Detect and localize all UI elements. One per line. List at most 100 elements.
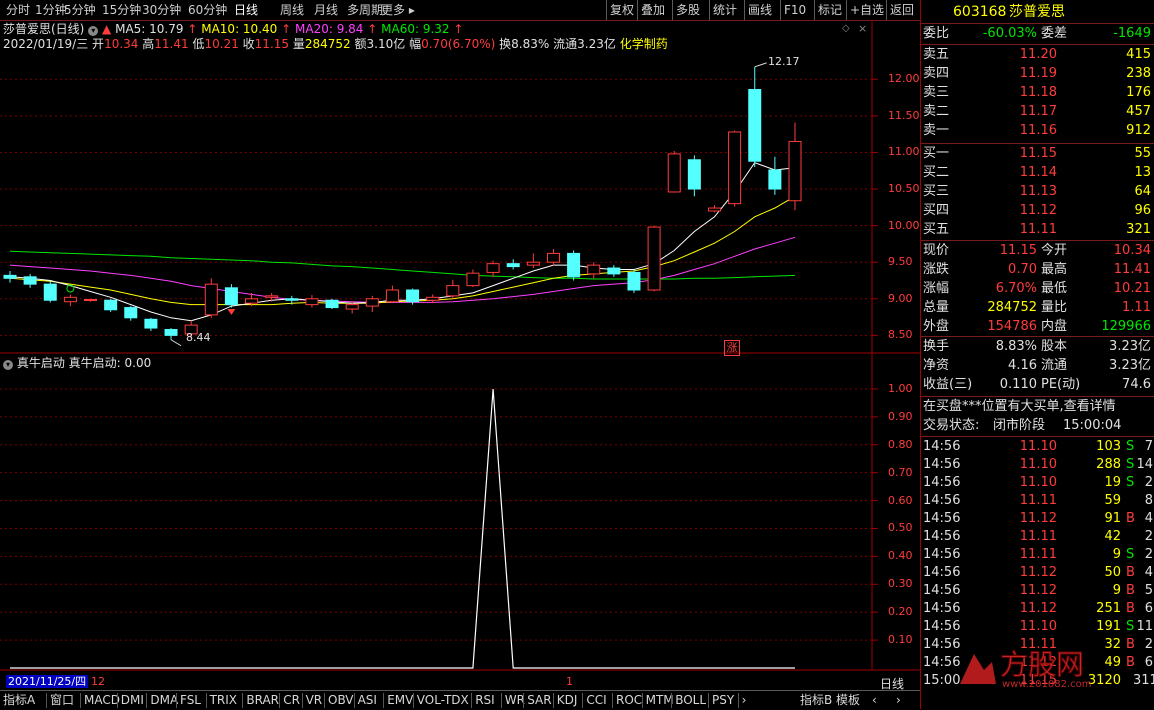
candle-26	[526, 253, 540, 269]
candle-3	[63, 294, 77, 307]
bid-row: 买四 11.12 96	[921, 202, 1154, 220]
fund-label: 流通	[1041, 358, 1068, 373]
indicator-tab-指标a[interactable]: 指标A	[3, 692, 35, 709]
indicator-tab-vr[interactable]: VR	[306, 692, 323, 709]
indicator-header: ▾ 真牛启动 真牛启动: 0.00	[3, 356, 151, 370]
ask-volume: 415	[1126, 47, 1151, 62]
candle-29	[587, 262, 601, 279]
candle-1	[23, 273, 37, 288]
indicator-tab-mtm[interactable]: MTM	[646, 692, 674, 709]
tick-count: 2	[1144, 637, 1153, 652]
candle-11	[224, 284, 238, 308]
toolbar-action-8[interactable]: 返回	[890, 2, 914, 18]
big-order-notice[interactable]: 在买盘***位置有大买单,查看详情	[921, 398, 1154, 416]
chevron-right-icon[interactable]: ›	[742, 692, 747, 709]
toolbar-action-7[interactable]: +自选	[850, 2, 884, 18]
indicator-title[interactable]: 真牛启动	[17, 356, 65, 370]
close-icon[interactable]: ×	[858, 22, 867, 35]
status-time: 15:00:04	[1063, 418, 1122, 433]
kline-chart[interactable]	[0, 20, 920, 690]
period-tab-4[interactable]: 30分钟	[142, 2, 181, 18]
weicha-label: 委差	[1041, 26, 1068, 41]
indicator-tab-vol-tdx[interactable]: VOL-TDX	[417, 692, 469, 709]
indicator-tab-dmi[interactable]: DMI	[121, 692, 144, 709]
ma10-label: MA10: 10.40	[201, 22, 278, 36]
period-tab-6[interactable]: 日线	[234, 2, 258, 18]
period-tab-5[interactable]: 60分钟	[188, 2, 227, 18]
ask-row: 卖三 11.18 176	[921, 84, 1154, 102]
indicator-tab-obv[interactable]: OBV	[328, 692, 354, 709]
diamond-icon[interactable]: ◇	[842, 23, 850, 34]
indicator-tab-boll[interactable]: BOLL	[675, 692, 706, 709]
fund-value: 4.16	[1008, 358, 1037, 373]
chg-label: 幅	[409, 37, 422, 51]
candle-38	[768, 156, 782, 195]
toolbar-action-5[interactable]: F10	[784, 2, 806, 18]
bid-price: 11.13	[1019, 184, 1057, 199]
period-tab-1[interactable]: 1分钟	[35, 2, 67, 18]
indicator-tab-emv[interactable]: EMV	[387, 692, 413, 709]
indicator-tab-sar[interactable]: SAR	[527, 692, 551, 709]
period-tab-8[interactable]: 月线	[314, 2, 338, 18]
toolbar-action-3[interactable]: 统计	[713, 2, 737, 18]
tick-row: 14:56 11.12 9 B 5	[921, 582, 1154, 600]
bid-row: 买五 11.11 321	[921, 221, 1154, 239]
toolbar-action-0[interactable]: 复权	[610, 2, 634, 18]
indicator-axis-label: 0.20	[888, 605, 913, 619]
toolbar-action-6[interactable]: 标记	[818, 2, 842, 18]
chevron-left-icon[interactable]: ‹	[872, 692, 877, 709]
sector-label[interactable]: 化学制药	[620, 37, 668, 51]
arrow-up-icon: ↑	[453, 22, 464, 36]
indicator-tab-psy[interactable]: PSY	[712, 692, 734, 709]
indicator-tab-macd[interactable]: MACD	[84, 692, 120, 709]
weibi-value: -60.03%	[982, 26, 1037, 41]
chevron-down-icon[interactable]: ▾	[88, 26, 99, 36]
indicator-tab-fsl[interactable]: FSL	[180, 692, 201, 709]
bid-row: 买三 11.13 64	[921, 183, 1154, 201]
candle-body	[486, 263, 500, 273]
indicator-tab-wr[interactable]: WR	[505, 692, 525, 709]
indicator-tab-brar[interactable]: BRAR	[246, 692, 279, 709]
indicator-tab-dma[interactable]: DMA	[150, 692, 178, 709]
toolbar-action-4[interactable]: 画线	[748, 2, 772, 18]
period-tab-0[interactable]: 分时	[6, 2, 30, 18]
float-label: 流通	[553, 37, 578, 51]
candle-34	[687, 155, 701, 197]
weicha-value: -1649	[1113, 26, 1151, 41]
weibi-label: 委比	[923, 26, 950, 41]
tick-time: 14:56	[923, 601, 961, 616]
candle-body	[265, 295, 279, 298]
period-tab-3[interactable]: 15分钟	[102, 2, 141, 18]
period-tab-9[interactable]: 多周期	[347, 2, 383, 18]
stat-value: 0.70	[1008, 262, 1037, 277]
period-tab-10[interactable]: 更多 ▸	[381, 2, 415, 18]
indicator-axis-label: 0.30	[888, 577, 913, 591]
ask-label: 卖五	[923, 47, 950, 62]
indicator-tab-cci[interactable]: CCI	[586, 692, 606, 709]
indicator-tab-asi[interactable]: ASI	[358, 692, 377, 709]
chevron-right-icon[interactable]: ›	[896, 692, 901, 709]
indicator-tab-kdj[interactable]: KDJ	[557, 692, 578, 709]
period-tab-2[interactable]: 5分钟	[64, 2, 96, 18]
toolbar-action-2[interactable]: 多股	[676, 2, 700, 18]
svg-text:www.201082.com: www.201082.com	[1002, 679, 1092, 690]
indicator-tab-trix[interactable]: TRIX	[210, 692, 237, 709]
toolbar-action-1[interactable]: 叠加	[641, 2, 665, 18]
candle-body	[325, 299, 339, 309]
indicator-tab-窗口[interactable]: 窗口	[50, 692, 74, 709]
candle-28	[567, 250, 581, 281]
zhang-badge[interactable]: 涨	[724, 340, 740, 356]
bottom-right-tab-1[interactable]: 模板	[836, 692, 860, 709]
indicator-tab-rsi[interactable]: RSI	[475, 692, 495, 709]
high-price-mark: 12.17	[768, 55, 800, 68]
indicator-tab-roc[interactable]: ROC	[616, 692, 642, 709]
period-tab-7[interactable]: 周线	[280, 2, 304, 18]
indicator-tab-cr[interactable]: CR	[283, 692, 300, 709]
turn-label: 换	[499, 37, 512, 51]
ask-price: 11.17	[1019, 104, 1057, 119]
chevron-down-icon[interactable]: ▾	[3, 360, 13, 370]
candle-16	[325, 298, 339, 310]
bottom-right-tab-0[interactable]: 指标B	[800, 692, 832, 709]
tick-time: 14:56	[923, 493, 961, 508]
tick-count: 8	[1144, 493, 1153, 508]
